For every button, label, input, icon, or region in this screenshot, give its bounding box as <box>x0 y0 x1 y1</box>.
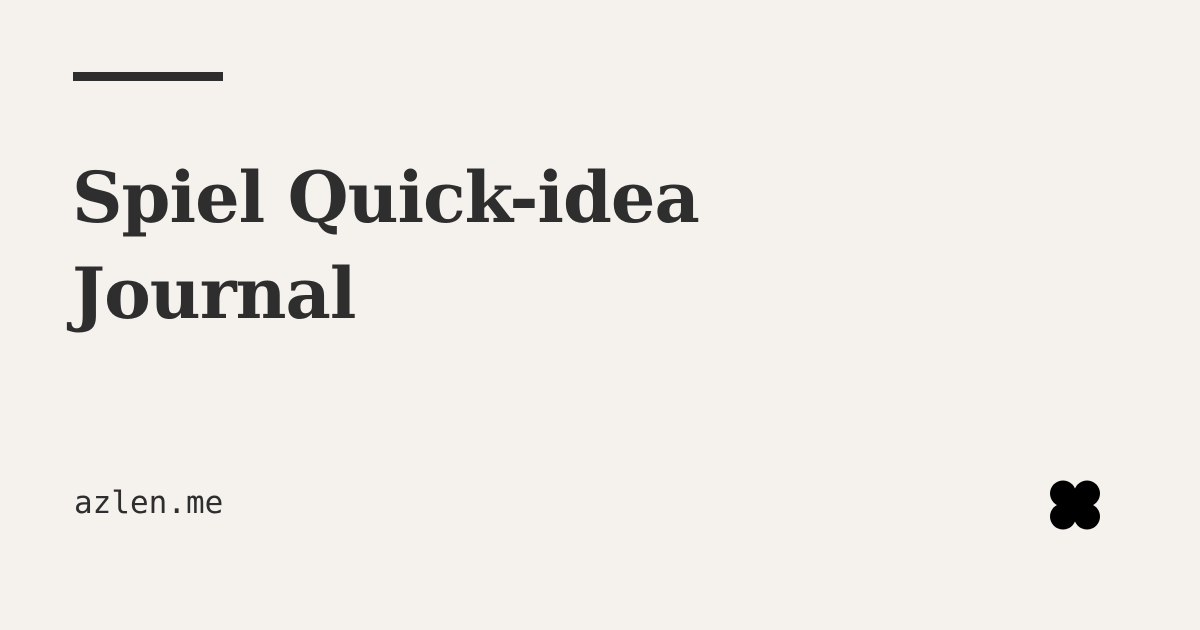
accent-bar <box>73 72 223 81</box>
site-domain: azlen.me <box>74 485 224 521</box>
page-title: Spiel Quick-idea Journal <box>72 156 700 335</box>
clover-logo-icon <box>1049 480 1101 530</box>
